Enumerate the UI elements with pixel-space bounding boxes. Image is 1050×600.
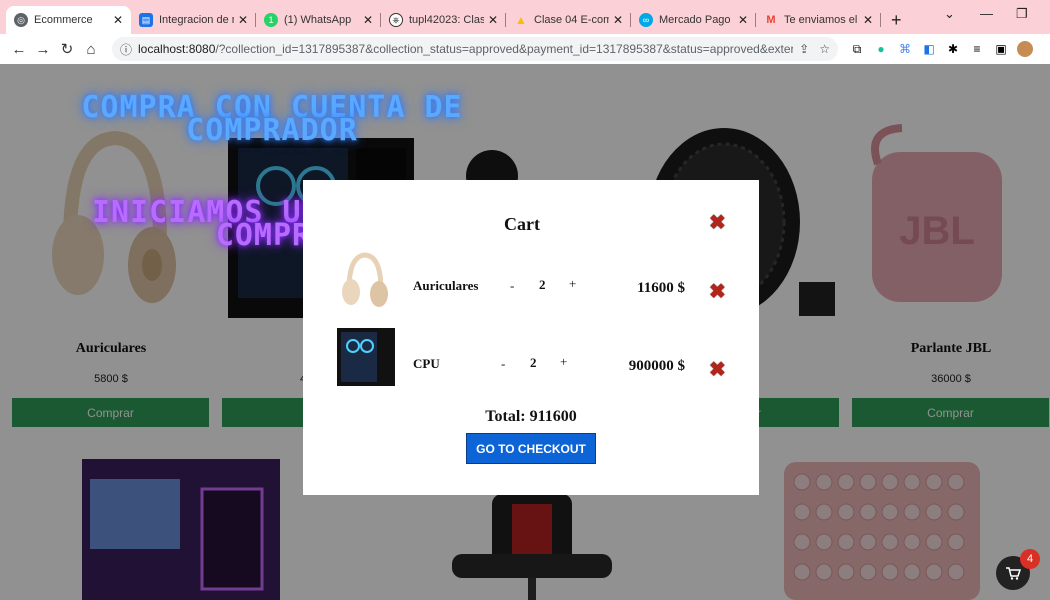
close-icon[interactable]: ✕ (613, 13, 623, 27)
close-icon[interactable]: ✕ (863, 13, 873, 27)
browser-tab-strip: ◎ Ecommerce ✕ ▤ Integracion de m ✕ 1 (1)… (0, 0, 1050, 34)
neon-caption-1: COMPRA CON CUENTA DE COMPRADOR (81, 90, 463, 148)
home-icon[interactable]: ⌂ (80, 41, 102, 58)
go-to-checkout-button[interactable]: GO TO CHECKOUT (466, 433, 596, 464)
restore-icon[interactable]: ❐ (1016, 6, 1028, 22)
avatar[interactable] (1014, 40, 1036, 58)
tab-label: (1) WhatsApp (284, 14, 352, 26)
tab-label: Mercado Pago D (659, 14, 734, 26)
translate-icon[interactable]: ⌘ (894, 40, 916, 58)
tab-label: Ecommerce (34, 14, 93, 26)
tab-label: Te enviamos el c (784, 14, 859, 26)
back-icon[interactable]: ← (8, 41, 30, 58)
close-icon[interactable]: ✕ (738, 13, 748, 27)
tab-integracion[interactable]: ▤ Integracion de m ✕ (131, 6, 256, 34)
gmail-icon: M (766, 14, 776, 26)
info-icon[interactable]: ⓘ (120, 41, 132, 58)
url-host: localhost:8080 (138, 42, 216, 56)
tab-gmail[interactable]: M Te enviamos el c ✕ (756, 6, 881, 34)
forward-icon[interactable]: → (32, 41, 54, 58)
decrease-qty-button[interactable]: - (510, 278, 514, 294)
cart-item-qty: 2 (539, 277, 546, 292)
tab-mercadopago[interactable]: ∞ Mercado Pago D ✕ (631, 6, 756, 34)
close-cart-icon[interactable]: ✖ (709, 210, 726, 235)
whatsapp-icon: 1 (264, 13, 278, 27)
tab-label: Integracion de m (159, 14, 234, 26)
dictionary-icon[interactable]: ◧ (918, 40, 940, 58)
cart-icon (1006, 567, 1021, 580)
tab-drive[interactable]: ▲ Clase 04 E-comm ✕ (506, 6, 631, 34)
extensions-puzzle-icon[interactable]: ✱ (942, 40, 964, 58)
cart-total: Total: 911600 (485, 408, 577, 425)
address-bar[interactable]: ⓘ localhost:8080/?collection_id=13178953… (112, 37, 838, 61)
browser-toolbar: ← → ↻ ⌂ ⓘ localhost:8080/?collection_id=… (0, 34, 1050, 64)
cart-title: Cart (504, 214, 540, 234)
close-icon[interactable]: ✕ (113, 13, 123, 27)
tab-whatsapp[interactable]: 1 (1) WhatsApp ✕ (256, 6, 381, 34)
cart-item-name: CPU (413, 356, 440, 371)
github-icon: ⎈ (389, 13, 403, 27)
mercadopago-icon: ∞ (639, 13, 653, 27)
extension-icon[interactable]: ⧉ (846, 40, 868, 58)
tab-label: tupl42023: Clase (409, 14, 484, 26)
cart-modal: Cart ✖ Auriculares - 2 + 11600 $ ✖ CPU -… (303, 180, 759, 495)
share-icon[interactable]: ⇪ (799, 42, 809, 56)
remove-item-icon[interactable]: ✖ (709, 279, 726, 304)
web-icon: ▤ (139, 13, 153, 27)
close-icon[interactable]: ✕ (363, 13, 373, 27)
tab-search-icon[interactable]: ⌄ (944, 6, 955, 22)
new-tab-button[interactable]: + (881, 6, 912, 34)
cart-row: Auriculares - 2 + 11600 $ ✖ (303, 252, 759, 312)
drive-icon: ▲ (515, 13, 527, 27)
grammarly-icon[interactable]: ● (870, 40, 892, 58)
minimize-icon[interactable]: — (980, 6, 993, 21)
tab-github[interactable]: ⎈ tupl42023: Clase ✕ (381, 6, 506, 34)
cart-item-price: 900000 $ (628, 358, 685, 374)
cart-item-price: 11600 $ (637, 280, 685, 296)
cart-item-qty: 2 (530, 355, 537, 370)
tab-label: Clase 04 E-comm (534, 14, 609, 26)
cart-item-name: Auriculares (413, 278, 479, 293)
playlist-icon[interactable]: ≡ (966, 40, 988, 58)
cart-row: CPU - 2 + 900000 $ ✖ (303, 328, 759, 390)
cart-count-badge: 4 (1020, 549, 1040, 569)
sidepanel-icon[interactable]: ▣ (990, 40, 1012, 58)
remove-item-icon[interactable]: ✖ (709, 357, 726, 382)
close-icon[interactable]: ✕ (488, 13, 498, 27)
cpu-thumbnail (337, 328, 395, 386)
reload-icon[interactable]: ↻ (56, 40, 78, 58)
url-path: /?collection_id=1317895387&collection_st… (215, 42, 794, 56)
decrease-qty-button[interactable]: - (501, 356, 505, 372)
bookmark-star-icon[interactable]: ☆ (819, 42, 830, 56)
close-icon[interactable]: ✕ (238, 13, 248, 27)
tab-ecommerce[interactable]: ◎ Ecommerce ✕ (6, 6, 131, 34)
globe-icon: ◎ (14, 13, 28, 27)
headphones-thumbnail (342, 252, 388, 307)
